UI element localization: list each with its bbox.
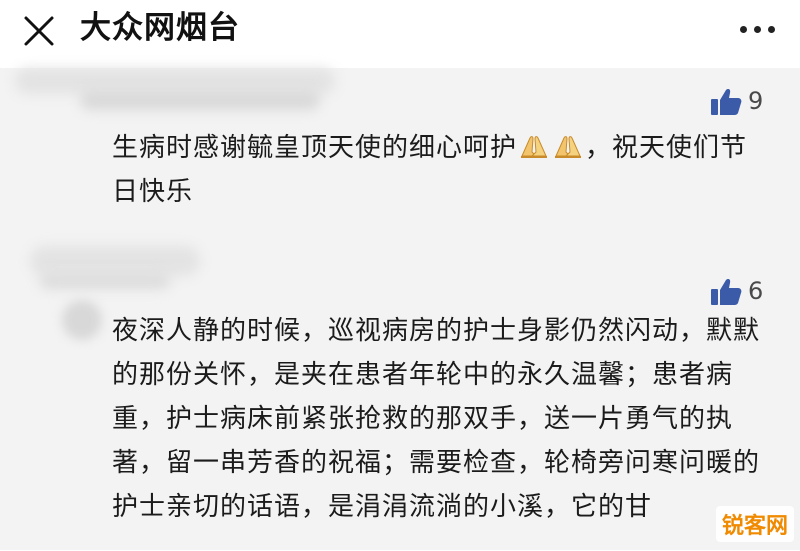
folded-hands-icon	[555, 136, 582, 158]
like-count: 9	[748, 87, 764, 115]
like-count: 6	[748, 277, 764, 305]
close-icon	[24, 16, 54, 46]
avatar	[62, 300, 102, 340]
watermark-logo: 锐客网	[715, 506, 794, 542]
more-button[interactable]	[736, 14, 780, 44]
thumbs-up-icon	[711, 89, 742, 115]
comment-text: 夜深人静的时候，巡视病房的护士身影仍然闪动，默默的那份关怀，是夹在患者年轮中的永…	[112, 316, 761, 522]
like-button[interactable]: 9	[710, 86, 770, 118]
page-title: 大众网烟台	[80, 10, 240, 46]
blurred-username	[80, 90, 320, 110]
top-bar: 大众网烟台	[0, 0, 800, 68]
comment-list: 9 生病时感谢毓皇顶天使的细心呵护 ，祝天使们节日快乐 6 夜深人静的时候，巡视…	[0, 68, 800, 550]
more-dots-icon	[754, 26, 761, 33]
more-dots-icon	[768, 26, 775, 33]
blurred-username	[30, 246, 200, 276]
folded-hands-icon	[521, 136, 548, 158]
comment-text-part: 生病时感谢毓皇顶天使的细心呵护	[112, 133, 518, 163]
comment-text: 生病时感谢毓皇顶天使的细心呵护 ，祝天使们节日快乐	[112, 126, 772, 214]
close-button[interactable]	[18, 10, 62, 54]
blurred-username	[40, 273, 170, 289]
like-button[interactable]: 6	[710, 276, 770, 308]
thumbs-up-icon	[711, 279, 742, 305]
more-dots-icon	[740, 26, 747, 33]
